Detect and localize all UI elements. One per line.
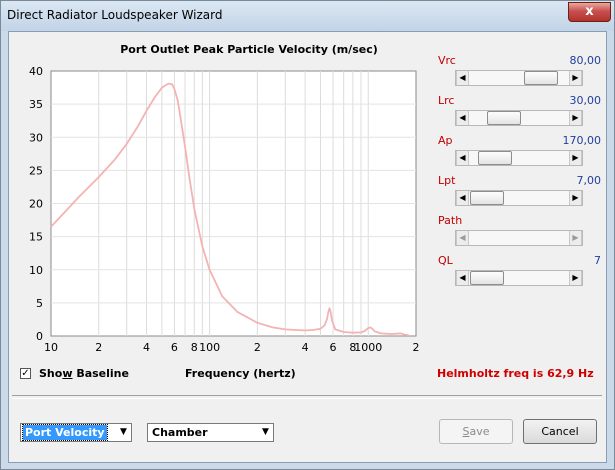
y-tick-label: 10 [29,264,43,277]
x-tick-label: 2 [95,341,102,354]
y-tick-label: 35 [29,98,43,111]
y-tick-label: 15 [29,231,43,244]
x-tick-label: 1000 [354,341,382,354]
param-value-ap: 170,00 [562,134,602,147]
arrow-right-icon: ▶ [569,231,582,245]
param-slider-lpt[interactable]: ◀ ▶ [455,190,583,206]
arrow-left-icon[interactable]: ◀ [456,271,469,285]
close-button[interactable]: x [568,2,611,22]
show-baseline-checkbox[interactable]: ✓ [20,368,31,379]
param-label-ql: QL [438,254,453,267]
param-value-lpt: 7,00 [576,174,602,187]
slider-thumb[interactable] [470,271,505,285]
arrow-right-icon[interactable]: ▶ [569,191,582,205]
y-tick-label: 5 [36,297,43,310]
slider-thumb[interactable] [524,71,559,85]
x-tick-label: 6 [171,341,178,354]
arrow-right-icon[interactable]: ▶ [569,271,582,285]
param-label-path: Path [438,214,463,227]
param-slider-ap[interactable]: ◀ ▶ [455,150,583,166]
chevron-down-icon: ▼ [262,427,269,437]
param-label-lpt: Lpt [438,174,456,187]
param-slider-ql[interactable]: ◀ ▶ [455,270,583,286]
save-button[interactable]: Save [439,419,513,444]
y-tick-label: 25 [29,164,43,177]
arrow-right-icon[interactable]: ▶ [569,111,582,125]
window-title: Direct Radiator Loudspeaker Wizard [7,8,223,22]
helmholtz-frequency: Helmholtz freq is 62,9 Hz [437,367,594,380]
arrow-left-icon: ◀ [456,231,469,245]
y-tick-label: 20 [29,198,43,211]
x-tick-label: 4 [302,341,309,354]
cancel-button[interactable]: Cancel [523,419,597,444]
x-axis-label: Frequency (hertz) [185,367,296,380]
y-tick-label: 30 [29,131,43,144]
x-tick-label: 4 [143,341,150,354]
arrow-right-icon[interactable]: ▶ [569,71,582,85]
dialog-body: Port Outlet Peak Particle Velocity (m/se… [8,31,607,463]
arrow-left-icon[interactable]: ◀ [456,191,469,205]
param-label-lrc: Lrc [438,94,455,107]
param-label-vrc: Vrc [438,54,456,67]
check-icon: ✓ [21,368,30,379]
x-tick-label: 8 [191,341,198,354]
arrow-left-icon[interactable]: ◀ [456,71,469,85]
param-value-ql: 7 [594,254,601,267]
view-select-value: Port Velocity [22,424,108,441]
chevron-down-icon: ▼ [120,427,127,437]
section-select[interactable]: Chamber ▼ [147,423,274,442]
arrow-left-icon[interactable]: ◀ [456,111,469,125]
title-bar: Direct Radiator Loudspeaker Wizard x [1,1,614,31]
arrow-left-icon[interactable]: ◀ [456,151,469,165]
param-value-vrc: 80,00 [569,54,602,67]
param-slider-vrc[interactable]: ◀ ▶ [455,70,583,86]
param-slider-path: ◀ ▶ [455,230,583,246]
section-select-value: Chamber [152,426,208,439]
separator [12,395,602,399]
y-tick-label: 0 [36,330,43,343]
x-tick-label: 10 [44,341,58,354]
show-baseline-label[interactable]: Show Baseline [39,367,129,380]
close-icon: x [585,4,594,19]
arrow-right-icon[interactable]: ▶ [569,151,582,165]
x-tick-label: 100 [199,341,220,354]
view-select[interactable]: Port Velocity ▼ [20,423,132,442]
param-slider-lrc[interactable]: ◀ ▶ [455,110,583,126]
slider-thumb[interactable] [487,111,522,125]
slider-thumb[interactable] [477,151,512,165]
param-value-lrc: 30,00 [569,94,602,107]
param-label-ap: Ap [438,134,453,147]
x-tick-label: 2 [413,341,420,354]
x-tick-label: 2 [254,341,261,354]
slider-thumb[interactable] [470,191,505,205]
x-tick-label: 6 [330,341,337,354]
wizard-window: Direct Radiator Loudspeaker Wizard x Por… [0,0,615,470]
y-tick-label: 40 [29,65,43,78]
